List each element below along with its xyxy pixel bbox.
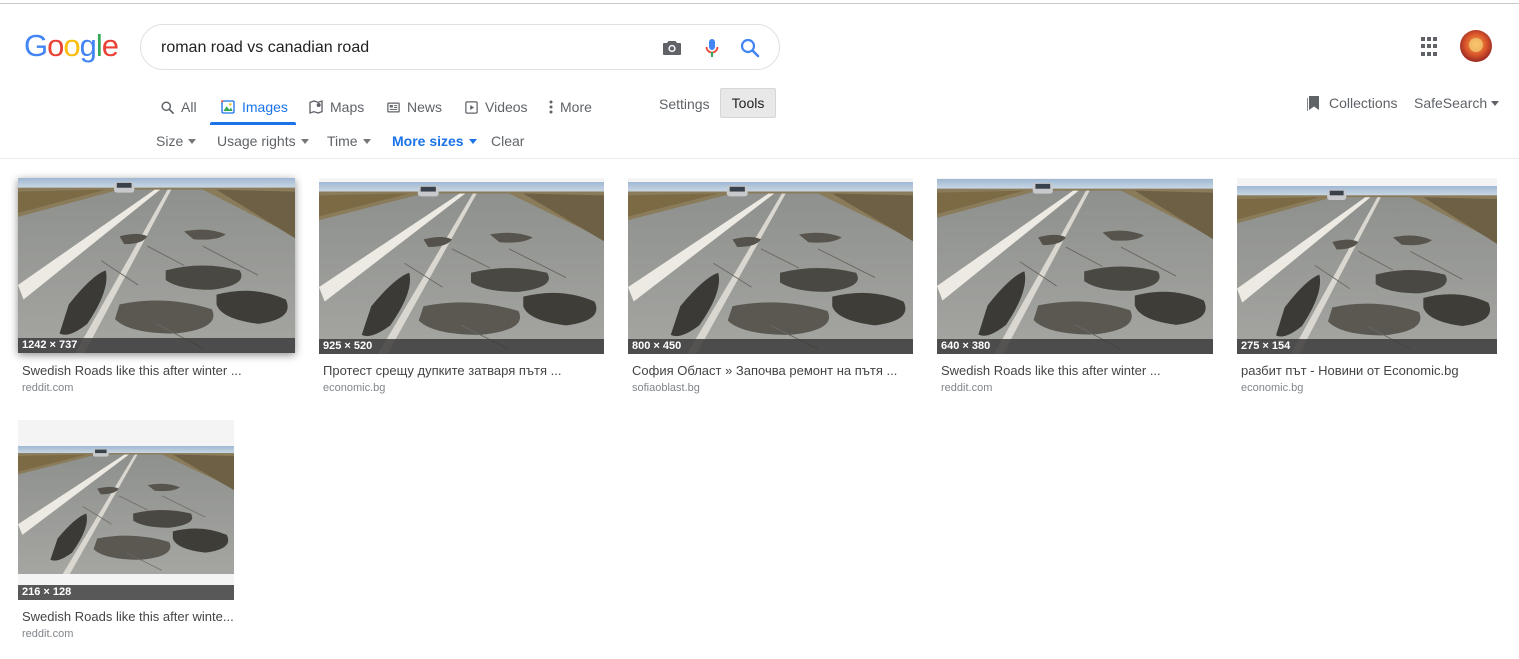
result-title[interactable]: разбит път - Новини от Economic.bg: [1241, 363, 1497, 378]
more-sizes-filter[interactable]: More sizes: [392, 133, 477, 149]
result-thumbnail[interactable]: 800 × 450: [628, 178, 913, 354]
image-dimensions: 275 × 154: [1237, 339, 1497, 354]
search-box[interactable]: [140, 24, 780, 70]
tab-label: Videos: [485, 99, 528, 115]
result-thumbnail[interactable]: 216 × 128: [18, 420, 234, 600]
result-site[interactable]: sofiaoblast.bg: [632, 382, 700, 394]
time-filter[interactable]: Time: [327, 133, 371, 149]
filter-label: More sizes: [392, 133, 464, 149]
header-divider: [0, 158, 1519, 159]
apps-grid-icon[interactable]: [1421, 37, 1441, 57]
chevron-down-icon: [1491, 100, 1500, 106]
result-thumbnail[interactable]: 1242 × 737: [18, 178, 295, 353]
top-rule: [0, 3, 1519, 4]
search-icon[interactable]: [738, 36, 762, 60]
result-site[interactable]: reddit.com: [22, 382, 73, 394]
logo-letter: G: [24, 28, 48, 63]
tab-more[interactable]: More: [548, 96, 592, 118]
clear-filters-link[interactable]: Clear: [491, 133, 524, 149]
image-dimensions: 216 × 128: [18, 585, 234, 600]
bookmark-icon: [1307, 96, 1319, 111]
image-dimensions: 640 × 380: [937, 339, 1213, 354]
result-title[interactable]: Swedish Roads like this after winte...: [22, 609, 234, 624]
size-filter[interactable]: Size: [156, 133, 197, 149]
result-thumbnail[interactable]: 640 × 380: [937, 178, 1213, 354]
result-title[interactable]: Swedish Roads like this after winter ...: [941, 363, 1211, 378]
tab-label: Images: [242, 99, 288, 115]
result-thumbnail[interactable]: 925 × 520: [319, 178, 604, 354]
result-thumbnail[interactable]: 275 × 154: [1237, 178, 1497, 354]
filter-label: Time: [327, 133, 358, 149]
logo-letter: o: [63, 28, 80, 63]
tab-label: All: [181, 99, 197, 115]
tab-videos[interactable]: Videos: [464, 96, 528, 118]
image-dimensions: 1242 × 737: [18, 338, 295, 353]
image-dimensions: 925 × 520: [319, 339, 604, 354]
play-icon: [465, 100, 478, 114]
image-dimensions: 800 × 450: [628, 339, 913, 354]
chevron-down-icon: [468, 138, 477, 144]
collections-label: Collections: [1329, 95, 1398, 111]
result-title[interactable]: Протест срещу дупките затваря пътя ...: [323, 363, 603, 378]
filter-label: Size: [156, 133, 184, 149]
microphone-icon[interactable]: [700, 36, 724, 60]
avatar[interactable]: [1460, 30, 1492, 62]
logo-letter: g: [79, 28, 97, 63]
collections-link[interactable]: Collections: [1307, 95, 1397, 111]
result-site[interactable]: reddit.com: [941, 382, 992, 394]
search-input[interactable]: [161, 37, 651, 59]
chevron-down-icon: [300, 138, 309, 144]
map-pin-icon: [309, 100, 323, 114]
result-site[interactable]: economic.bg: [1241, 382, 1303, 394]
safesearch-dropdown[interactable]: SafeSearch: [1414, 95, 1500, 111]
settings-link[interactable]: Settings: [659, 96, 710, 112]
tab-news[interactable]: News: [386, 96, 442, 118]
tab-label: News: [407, 99, 443, 115]
usage-rights-filter[interactable]: Usage rights: [217, 133, 309, 149]
tab-maps[interactable]: Maps: [308, 96, 364, 118]
tab-all[interactable]: All: [160, 96, 197, 118]
tab-label: Maps: [330, 99, 365, 115]
search-icon: [161, 100, 174, 114]
result-title[interactable]: София Област » Започва ремонт на пътя ..…: [632, 363, 912, 378]
logo-letter: e: [101, 28, 119, 63]
result-site[interactable]: economic.bg: [323, 382, 385, 394]
news-icon: [387, 102, 400, 112]
tab-label: More: [560, 99, 592, 115]
tab-images[interactable]: Images: [220, 96, 288, 118]
logo-letter: o: [47, 28, 64, 63]
chevron-down-icon: [188, 138, 197, 144]
tools-button[interactable]: Tools: [720, 88, 776, 118]
google-logo[interactable]: Google: [24, 28, 119, 64]
chevron-down-icon: [362, 138, 371, 144]
result-title[interactable]: Swedish Roads like this after winter ...: [22, 363, 292, 378]
filter-label: Usage rights: [217, 133, 296, 149]
image-icon: [221, 100, 235, 114]
camera-icon[interactable]: [660, 36, 684, 60]
safesearch-label: SafeSearch: [1414, 95, 1488, 111]
active-tab-indicator: [210, 122, 296, 125]
kebab-icon: [549, 100, 553, 114]
result-site[interactable]: reddit.com: [22, 628, 73, 640]
filter-label: Clear: [491, 133, 525, 149]
